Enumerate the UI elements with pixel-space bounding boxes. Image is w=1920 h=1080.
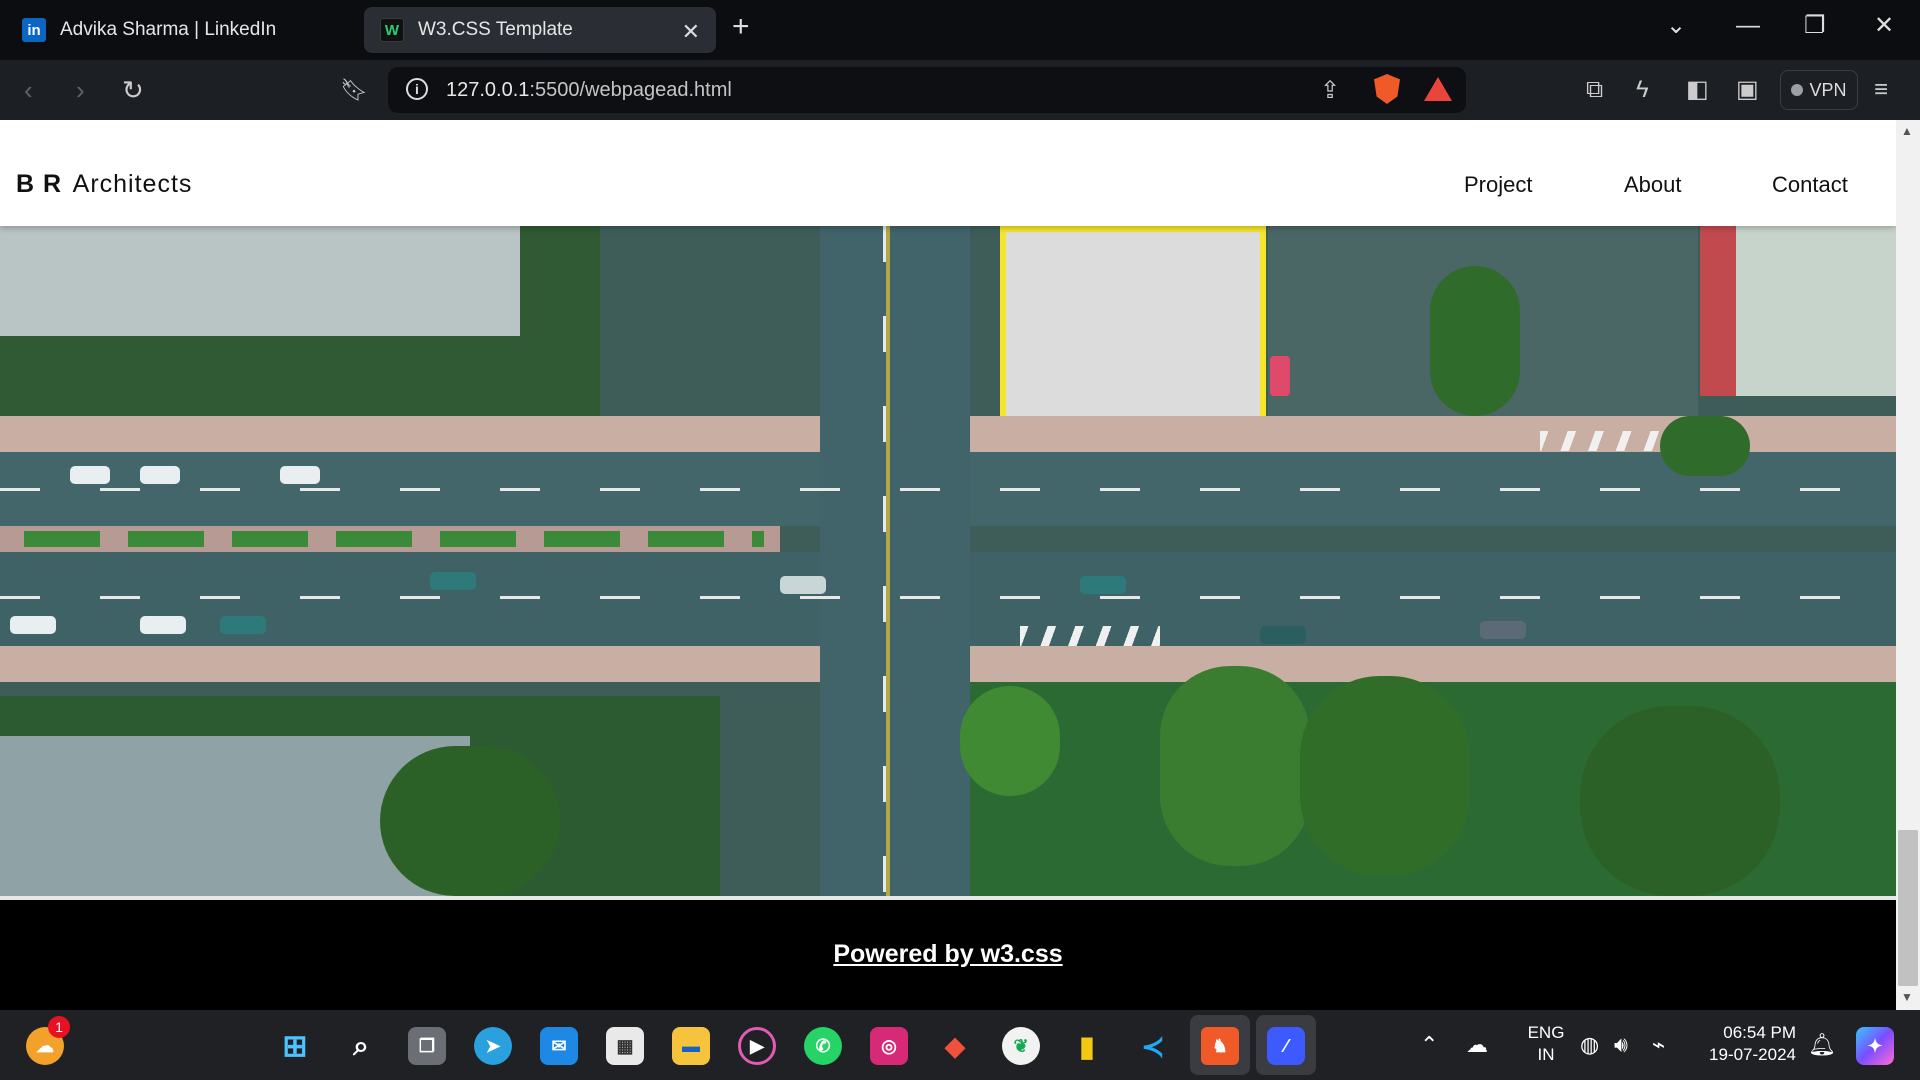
share-icon[interactable]: ⇪ xyxy=(1320,76,1340,105)
notifications-bell-icon[interactable]: 🔔︎ xyxy=(1808,1032,1836,1058)
forward-arrow-icon[interactable]: › xyxy=(76,75,85,105)
tab-title: Advika Sharma | LinkedIn xyxy=(60,19,277,40)
mail-icon[interactable]: ✉ xyxy=(540,1027,578,1065)
volume-icon[interactable]: 🔊︎ xyxy=(1614,1032,1628,1058)
minimize-button[interactable]: — xyxy=(1736,14,1760,38)
vscode-icon[interactable]: ≺ xyxy=(1134,1027,1172,1065)
network-icon[interactable]: ◍ xyxy=(1580,1032,1599,1058)
brand-bold: B R xyxy=(16,170,63,198)
nav-link-contact[interactable]: Contact xyxy=(1772,172,1848,198)
media-player-icon[interactable]: ▶ xyxy=(738,1027,776,1065)
browser-toolbar: ‹ › ↻ 🔖︎ i 127.0.0.1:5500/webpagead.html… xyxy=(0,60,1920,120)
menu-icon[interactable]: ≡ xyxy=(1874,75,1888,105)
windows-taskbar: ☁ 1 ⊞ ⌕ ❐ ➤ ✉ ▦ ▬ ▶ ✆ ◎ ◆ ❦ ▮ ≺ ♞ ⁄ ⌃ ☁ … xyxy=(0,1010,1920,1080)
nav-link-project[interactable]: Project xyxy=(1464,172,1532,198)
clock-time: 06:54 PM xyxy=(1723,1023,1796,1042)
url-path: :5500/webpagead.html xyxy=(529,79,732,101)
instagram-icon[interactable]: ◎ xyxy=(870,1027,908,1065)
site-footer: Powered by w3.css xyxy=(0,896,1896,1010)
clock-date: 19-07-2024 xyxy=(1709,1045,1796,1064)
tab-title: W3.CSS Template xyxy=(418,19,573,40)
mongodb-icon[interactable]: ❦ xyxy=(1002,1027,1040,1065)
file-explorer-icon[interactable]: ▬ xyxy=(672,1027,710,1065)
close-window-button[interactable]: ✕ xyxy=(1874,14,1894,38)
new-tab-button[interactable]: + xyxy=(732,12,750,42)
power-bi-icon[interactable]: ▮ xyxy=(1068,1027,1106,1065)
microsoft-store-icon[interactable]: ▦ xyxy=(606,1027,644,1065)
scroll-down-arrow-icon[interactable]: ▼ xyxy=(1901,990,1913,1004)
tab-search-chevron-icon[interactable]: ⌄ xyxy=(1666,14,1686,38)
whatsapp-icon[interactable]: ✆ xyxy=(804,1027,842,1065)
vpn-label: VPN xyxy=(1809,79,1847,100)
tab-w3css-template[interactable]: W W3.CSS Template ✕ xyxy=(364,7,716,53)
git-icon[interactable]: ◆ xyxy=(936,1027,974,1065)
scroll-up-arrow-icon[interactable]: ▲ xyxy=(1901,124,1913,138)
linkedin-icon: in xyxy=(22,18,46,42)
hero-aerial-image xyxy=(0,226,1896,896)
brave-browser-icon[interactable]: ♞ xyxy=(1201,1027,1239,1065)
extensions-icon[interactable]: ⧉ xyxy=(1586,75,1603,105)
search-icon[interactable]: ⌕ xyxy=(342,1027,380,1065)
brave-shield-icon[interactable] xyxy=(1374,74,1400,104)
site-navbar: B R Architects Project About Contact xyxy=(0,120,1896,226)
region-code: IN xyxy=(1537,1045,1555,1064)
footer-powered-by-link[interactable]: Powered by w3.css xyxy=(0,940,1896,969)
show-hidden-icons-chevron-icon[interactable]: ⌃ xyxy=(1420,1032,1438,1058)
leo-ai-icon[interactable]: ϟ xyxy=(1636,75,1649,105)
tab-linkedin[interactable]: in Advika Sharma | LinkedIn xyxy=(6,7,356,53)
url-text[interactable]: 127.0.0.1:5500/webpagead.html xyxy=(446,79,732,102)
nav-link-about[interactable]: About xyxy=(1624,172,1682,198)
site-brand-link[interactable]: B R Architects xyxy=(16,170,192,199)
vscode-insiders-icon[interactable]: ⁄ xyxy=(1267,1027,1305,1065)
vpn-button[interactable]: VPN xyxy=(1780,70,1858,110)
brand-rest: Architects xyxy=(72,170,193,198)
copilot-icon[interactable]: ✦ xyxy=(1856,1027,1894,1065)
wallet-icon[interactable]: ▣ xyxy=(1736,75,1759,105)
notification-badge: 1 xyxy=(48,1016,70,1038)
address-bar[interactable]: i 127.0.0.1:5500/webpagead.html ⇪ xyxy=(388,67,1466,113)
language-indicator[interactable]: ENG IN xyxy=(1518,1022,1574,1066)
close-tab-icon[interactable]: ✕ xyxy=(682,19,700,45)
page-viewport: B R Architects Project About Contact Pow… xyxy=(0,120,1896,1010)
reload-icon[interactable]: ↻ xyxy=(122,75,144,105)
w3css-favicon-icon: W xyxy=(380,18,404,42)
scrollbar-thumb[interactable] xyxy=(1898,830,1918,986)
back-arrow-icon[interactable]: ‹ xyxy=(24,75,33,105)
battery-icon[interactable]: ⌁ xyxy=(1652,1032,1665,1058)
browser-tab-strip: in Advika Sharma | LinkedIn W W3.CSS Tem… xyxy=(0,0,1920,60)
restore-button[interactable]: ❐ xyxy=(1804,14,1826,38)
onedrive-icon[interactable]: ☁ xyxy=(1466,1032,1488,1058)
url-host: 127.0.0.1 xyxy=(446,79,530,101)
brave-rewards-icon[interactable] xyxy=(1424,77,1452,101)
site-info-icon[interactable]: i xyxy=(406,78,428,100)
telegram-icon[interactable]: ➤ xyxy=(474,1027,512,1065)
bookmark-icon[interactable]: 🔖︎ xyxy=(340,75,368,105)
vpn-status-icon xyxy=(1791,84,1804,96)
language-code: ENG xyxy=(1527,1023,1565,1042)
clock[interactable]: 06:54 PM 19-07-2024 xyxy=(1700,1022,1796,1066)
windows-start-icon[interactable]: ⊞ xyxy=(276,1027,314,1065)
task-view-icon[interactable]: ❐ xyxy=(408,1027,446,1065)
sidebar-icon[interactable]: ◧ xyxy=(1686,75,1709,105)
